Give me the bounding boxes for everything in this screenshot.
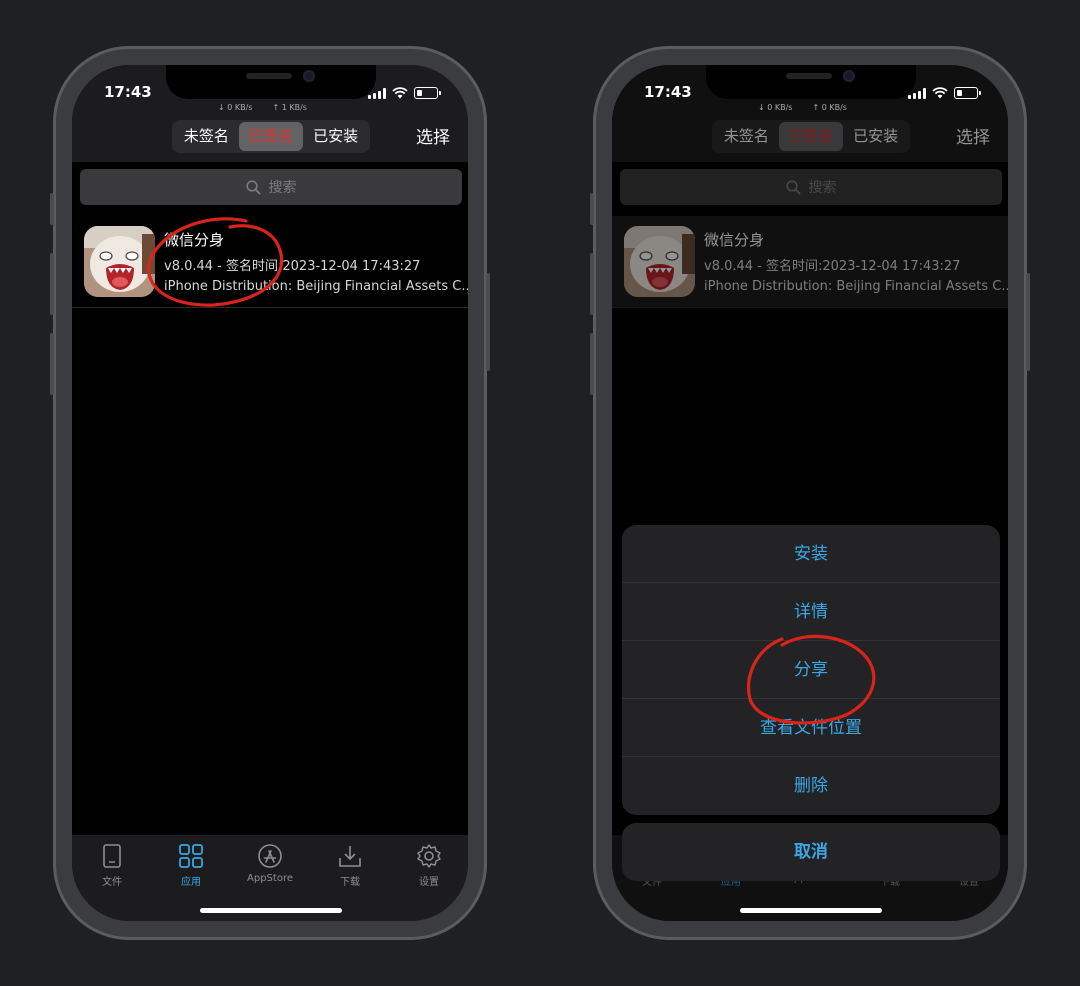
phone-frame-right: 17:43 ↓ 0 KB/s ↑ 0 KB/s 未签名 已签名 已安装 选择 搜… <box>590 46 1030 940</box>
action-delete[interactable]: 删除 <box>622 757 1000 815</box>
tab-settings[interactable]: 设置 <box>389 843 468 888</box>
gear-icon <box>417 844 441 868</box>
mute-switch <box>50 193 54 225</box>
action-details[interactable]: 详情 <box>622 583 1000 641</box>
volume-down-button <box>50 333 54 395</box>
appstore-icon <box>258 844 282 868</box>
apps-grid-icon <box>179 844 203 868</box>
phone-frame-left: 17:43 ↓ 0 KB/s ↑ 1 KB/s 未签名 已签名 已安装 选择 搜… <box>50 46 490 940</box>
app-list-item[interactable]: 微信分身 v8.0.44 - 签名时间:2023-12-04 17:43:27 … <box>72 216 468 308</box>
file-icon <box>103 844 121 868</box>
cancel-button[interactable]: 取消 <box>622 823 1000 881</box>
battery-icon <box>414 87 441 99</box>
app-icon <box>84 226 155 297</box>
action-view-file-location[interactable]: 查看文件位置 <box>622 699 1000 757</box>
tab-label: 下载 <box>340 877 360 888</box>
mute-switch <box>590 193 594 225</box>
tab-downloads[interactable]: 下载 <box>310 843 390 888</box>
notch <box>166 65 376 99</box>
upload-speed: ↑ 0 KB/s <box>812 103 847 112</box>
segment-installed[interactable]: 已安装 <box>303 122 368 151</box>
network-speed: ↓ 0 KB/s ↑ 1 KB/s <box>218 103 307 112</box>
screen: 17:43 ↓ 0 KB/s ↑ 0 KB/s 未签名 已签名 已安装 选择 搜… <box>612 65 1008 921</box>
volume-up-button <box>590 253 594 315</box>
segment-signed[interactable]: 已签名 <box>238 122 304 151</box>
search-placeholder: 搜索 <box>268 180 297 196</box>
screen: 17:43 ↓ 0 KB/s ↑ 1 KB/s 未签名 已签名 已安装 选择 搜… <box>72 65 468 921</box>
tab-apps[interactable]: 应用 <box>151 843 231 888</box>
cellular-signal-icon <box>908 87 926 99</box>
select-button[interactable]: 选择 <box>416 123 450 148</box>
app-name: 微信分身 <box>164 231 225 249</box>
wifi-icon <box>392 87 408 99</box>
app-info: 微信分身 v8.0.44 - 签名时间:2023-12-04 17:43:27 … <box>164 229 468 294</box>
download-speed: ↓ 0 KB/s <box>218 103 253 112</box>
action-sheet: 安装 详情 分享 查看文件位置 删除 <box>622 525 1000 815</box>
segmented-control: 未签名 已签名 已安装 <box>172 120 370 153</box>
volume-up-button <box>50 253 54 315</box>
home-indicator <box>740 908 882 913</box>
download-icon <box>339 846 361 867</box>
app-version-signed-time: v8.0.44 - 签名时间:2023-12-04 17:43:27 <box>164 259 421 274</box>
tab-bar: 文件 应用 AppStore 下载 设置 <box>72 835 468 921</box>
app-certificate: iPhone Distribution: Beijing Financial A… <box>164 279 468 294</box>
tab-label: 文件 <box>102 877 122 888</box>
battery-icon <box>954 87 981 99</box>
power-button <box>1026 273 1030 371</box>
search-icon <box>245 179 261 195</box>
power-button <box>486 273 490 371</box>
volume-down-button <box>590 333 594 395</box>
status-icons <box>908 87 981 99</box>
action-share[interactable]: 分享 <box>622 641 1000 699</box>
upload-speed: ↑ 1 KB/s <box>272 103 307 112</box>
tab-label: AppStore <box>247 873 293 884</box>
action-install[interactable]: 安装 <box>622 525 1000 583</box>
search-input[interactable]: 搜索 <box>80 169 462 205</box>
status-icons <box>368 87 441 99</box>
tab-label: 应用 <box>181 877 201 888</box>
status-time: 17:43 <box>644 83 692 101</box>
tab-appstore[interactable]: AppStore <box>230 843 310 884</box>
status-time: 17:43 <box>104 83 152 101</box>
download-speed: ↓ 0 KB/s <box>758 103 793 112</box>
network-speed: ↓ 0 KB/s ↑ 0 KB/s <box>758 103 847 112</box>
notch <box>706 65 916 99</box>
wifi-icon <box>932 87 948 99</box>
segment-unsigned[interactable]: 未签名 <box>174 122 239 151</box>
home-indicator <box>200 908 342 913</box>
tab-files[interactable]: 文件 <box>72 843 152 888</box>
tab-label: 设置 <box>419 877 439 888</box>
